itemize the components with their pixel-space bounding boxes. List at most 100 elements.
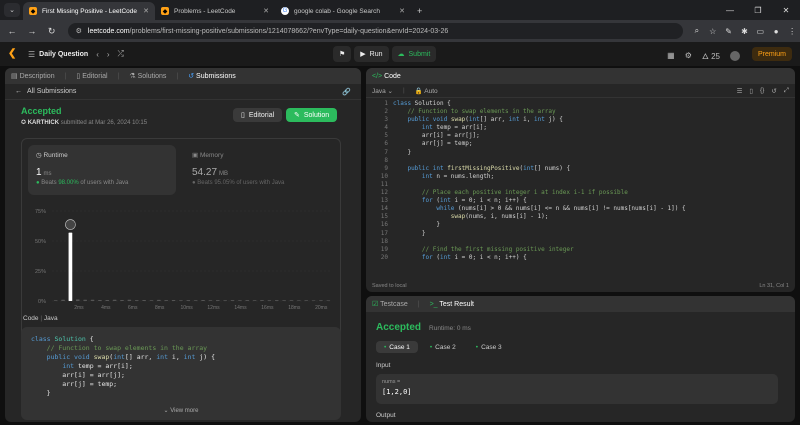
left-panel: ▤ Description | ▯ Editorial | ⚗ Solution… (5, 68, 361, 422)
submit-button[interactable]: ☁ Submit (391, 46, 437, 62)
runtime-distribution-chart[interactable]: 75% 50% 25% 0% 2ms 4ms 6ms 8ms 10ms 12ms 14ms 16ms 1… (22, 201, 342, 321)
sidebar-icon[interactable]: ▭ (752, 27, 768, 36)
new-tab-icon[interactable]: + (417, 6, 422, 16)
runtime-card[interactable]: ◷ Runtime 1 ms ● Beats 98.00% of users w… (28, 145, 176, 195)
next-problem-icon[interactable]: › (107, 50, 110, 59)
histogram-bar (319, 300, 323, 301)
memory-card[interactable]: ▣ Memory 54.27 MB ● Beats 95.05% of user… (184, 145, 332, 195)
close-tab-icon[interactable]: ✕ (257, 7, 269, 15)
code-line: } (393, 221, 440, 229)
forward-icon[interactable]: → (24, 26, 40, 36)
line-number: 2 (384, 108, 388, 116)
more-menu-icon[interactable]: ⋮ (784, 27, 800, 36)
code-line: for (int i = 0; i < n; i++) { (421, 197, 527, 205)
prev-problem-icon[interactable]: ‹ (96, 50, 99, 59)
close-tab-icon[interactable]: ✕ (393, 7, 405, 15)
edit-icon: ✎ (294, 112, 300, 119)
test-result-status: Accepted (376, 322, 422, 333)
auto-format-toggle[interactable]: 🔒 Auto (415, 87, 438, 95)
fullscreen-icon[interactable]: ⤢ (784, 87, 789, 95)
code-line: int n = nums.length; (421, 172, 495, 180)
tab-search-button[interactable]: ⌄ (4, 3, 20, 17)
line-number: 9 (384, 164, 388, 172)
x-tick-label: 16ms (261, 305, 274, 311)
close-tab-icon[interactable]: ✕ (137, 7, 149, 15)
case-tab-3[interactable]: • Case 3 (468, 341, 510, 353)
close-window-icon[interactable]: ✕ (772, 6, 800, 15)
histogram-bar (289, 300, 294, 301)
notes-icon[interactable]: ☰ (737, 87, 743, 95)
input-var-name: nums = (382, 379, 401, 385)
code-line: arr[j] = temp; (393, 140, 473, 148)
dot-icon: • (384, 343, 387, 351)
browser-tab-first-missing-positive[interactable]: ◆ First Missing Positive - LeetCode ✕ (23, 2, 155, 20)
code-line: arr[i] = arr[j]; (393, 132, 480, 140)
url-input[interactable]: ⚙ leetcode.com/problems/first-missing-po… (67, 23, 683, 39)
link-icon[interactable]: 🔗 (342, 88, 351, 96)
code-line: public int firstMissingPositive(int[] nu… (407, 164, 571, 172)
site-info-icon[interactable]: ⚙ (76, 27, 82, 35)
user-avatar-icon: ✪ (21, 120, 27, 126)
streak-fire-icon[interactable]: 🜂 25 (702, 47, 720, 64)
dot-icon: • (475, 343, 479, 351)
browser-tab-google-search[interactable]: G google colab - Google Search ✕ (275, 2, 411, 20)
minimize-icon[interactable]: — (716, 6, 744, 15)
tab-submissions[interactable]: ↺ Submissions (188, 72, 236, 80)
back-arrow-icon: ← (15, 88, 22, 95)
puzzle-icon[interactable]: ✱ (737, 27, 753, 36)
problem-list-icon[interactable]: ☰ (28, 50, 35, 59)
leetcode-logo-icon[interactable]: ❮ (8, 48, 20, 60)
tab-editorial[interactable]: ▯ Editorial (76, 72, 107, 80)
editorial-button[interactable]: ▯ Editorial (233, 108, 283, 122)
code-label: Code (23, 315, 39, 322)
premium-button[interactable]: Premium (751, 47, 792, 61)
histogram-bar (260, 300, 264, 301)
code-editor-text[interactable]: class Solution { // Function to swap ele… (393, 100, 686, 262)
username[interactable]: KARTHICK (28, 120, 59, 126)
histogram-bar (193, 300, 198, 301)
shuffle-icon[interactable]: ⤮ (118, 49, 124, 59)
back-icon[interactable]: ← (4, 26, 20, 36)
layout-icon[interactable]: ▦ (667, 51, 675, 60)
tab-description[interactable]: ▤ Description (11, 72, 55, 80)
braces-icon[interactable]: {} (760, 87, 764, 95)
run-button[interactable]: ▶ Run (354, 46, 389, 62)
view-more-button[interactable]: ⌄ View more (21, 407, 341, 416)
leetcode-nav: ❮ ☰ Daily Question ‹ › ⤮ ⚑ ▶ Run ☁ Submit … (0, 42, 800, 66)
zoom-icon[interactable]: ⌕ (689, 26, 705, 36)
all-submissions-link[interactable]: ← All Submissions 🔗 (5, 84, 361, 100)
histogram-bar (61, 299, 65, 301)
solution-button[interactable]: ✎ Solution (286, 108, 338, 122)
debug-button[interactable]: ⚑ (333, 46, 352, 62)
histogram-bar (223, 300, 227, 301)
profile-avatar-icon[interactable]: ● (768, 27, 784, 36)
maximize-icon[interactable]: ❐ (744, 6, 772, 15)
browser-tab-problems[interactable]: ◆ Problems - LeetCode ✕ (155, 2, 275, 20)
line-number: 1 (384, 100, 388, 107)
extension-icon[interactable]: ✎ (721, 27, 737, 36)
reset-icon[interactable]: ↺ (771, 87, 776, 95)
bookmark-star-icon[interactable]: ☆ (705, 27, 721, 36)
tab-solutions[interactable]: ⚗ Solutions (129, 72, 166, 80)
chevron-down-icon: ⌄ (387, 87, 393, 95)
run-bar: ⚑ ▶ Run ☁ Submit (333, 46, 437, 62)
case-tab-1[interactable]: • Case 1 (376, 341, 418, 353)
code-line: swap(nums, i, nums[i] - 1); (450, 213, 549, 221)
code-panel-header: </> Code (366, 68, 795, 84)
tab-testcase[interactable]: ☑ Testcase (372, 300, 408, 308)
reload-icon[interactable]: ↻ (44, 26, 60, 37)
case-tab-2[interactable]: • Case 2 (422, 341, 464, 353)
bookmark-icon[interactable]: ▯ (749, 87, 753, 95)
address-bar-row: ← → ↻ ⚙ leetcode.com/problems/first-miss… (0, 20, 800, 42)
histogram-bar (274, 300, 279, 301)
avatar[interactable] (730, 50, 740, 61)
x-tick-label: 6ms (128, 305, 138, 311)
histogram-bar (179, 300, 183, 301)
language-select[interactable]: Java ⌄ (372, 87, 393, 95)
line-number: 5 (384, 132, 388, 140)
daily-question-title[interactable]: Daily Question (39, 51, 88, 58)
editor-status-bar: Saved to local Ln 31, Col 1 (366, 280, 795, 292)
tab-test-result[interactable]: >_ Test Result (430, 301, 474, 308)
settings-gear-icon[interactable]: ⚙ (685, 51, 692, 60)
code-language: Java (43, 315, 58, 322)
